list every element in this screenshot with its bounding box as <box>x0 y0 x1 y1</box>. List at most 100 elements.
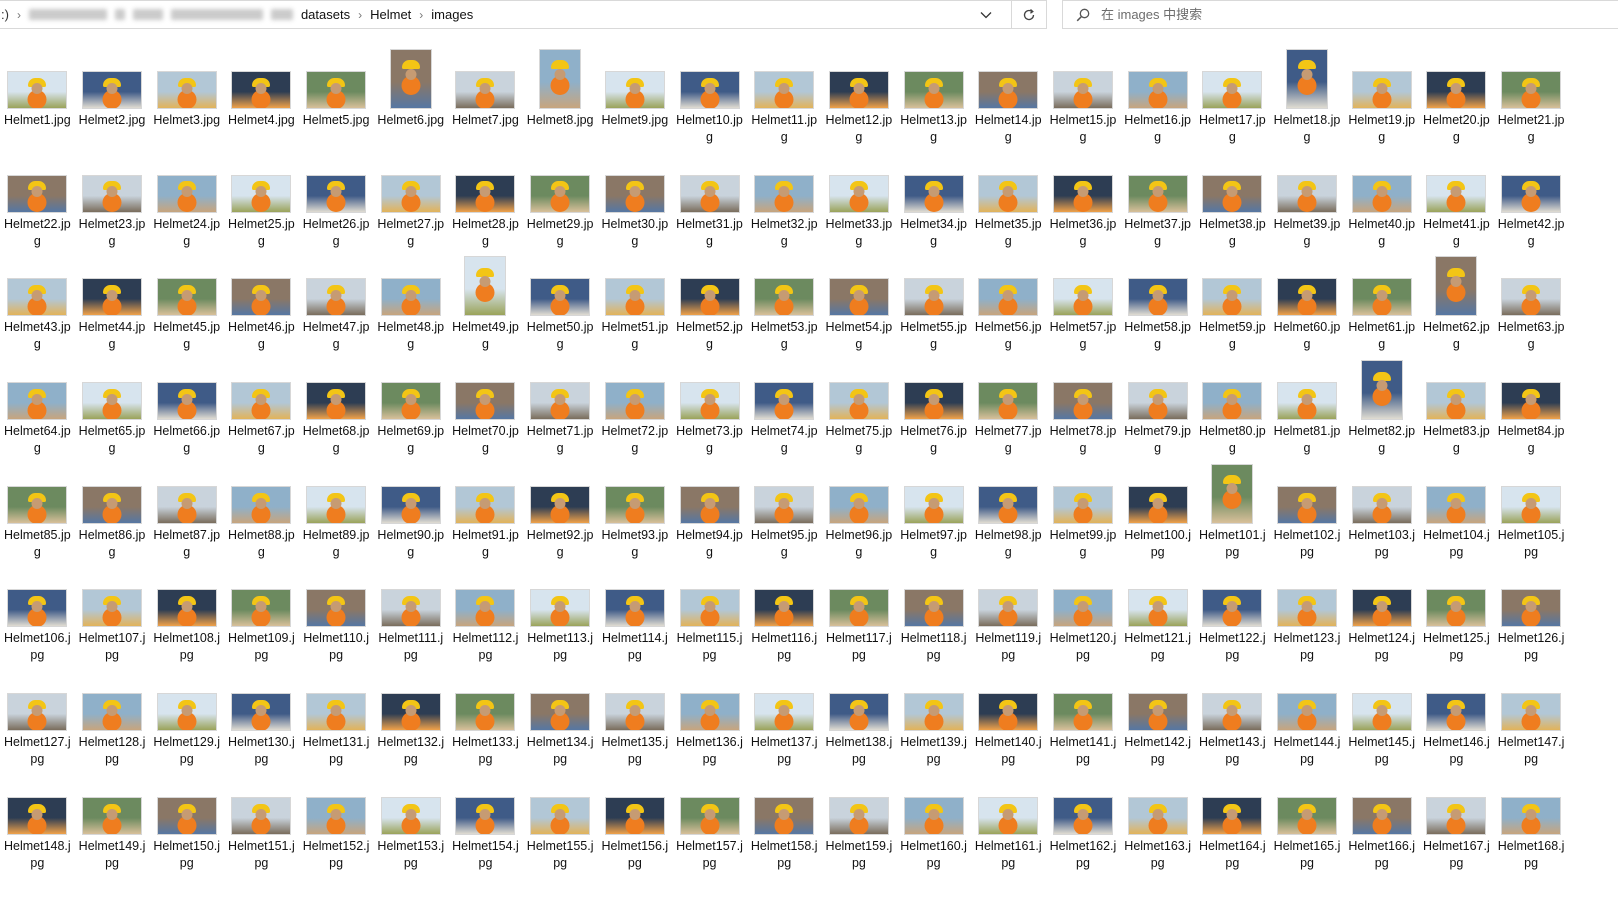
file-thumbnail[interactable] <box>389 49 432 109</box>
file-item[interactable]: Helmet121.jpg <box>1120 563 1195 667</box>
file-item[interactable]: Helmet28.jpg <box>448 149 523 253</box>
file-item[interactable]: Helmet130.jpg <box>224 667 299 771</box>
file-thumbnail[interactable] <box>156 796 217 835</box>
file-thumbnail[interactable] <box>1052 174 1113 213</box>
file-thumbnail[interactable] <box>530 693 591 732</box>
file-thumbnail[interactable] <box>903 589 964 628</box>
file-item[interactable]: Helmet32.jpg <box>747 149 822 253</box>
file-item[interactable]: Helmet131.jpg <box>299 667 374 771</box>
file-item[interactable]: Helmet154.jpg <box>448 771 523 875</box>
file-thumbnail[interactable] <box>82 693 143 732</box>
file-item[interactable]: Helmet16.jpg <box>1120 45 1195 149</box>
file-item[interactable]: Helmet12.jpg <box>822 45 897 149</box>
file-item[interactable]: Helmet158.jpg <box>747 771 822 875</box>
file-item[interactable]: Helmet41.jpg <box>1419 149 1494 253</box>
file-item[interactable]: Helmet108.jpg <box>149 563 224 667</box>
file-thumbnail[interactable] <box>754 278 815 317</box>
file-thumbnail[interactable] <box>679 485 740 524</box>
chevron-down-icon[interactable] <box>974 1 998 29</box>
file-thumbnail[interactable] <box>978 589 1039 628</box>
file-item[interactable]: Helmet22.jpg <box>0 149 75 253</box>
file-item[interactable]: Helmet69.jpg <box>373 356 448 460</box>
file-thumbnail[interactable] <box>306 589 367 628</box>
file-item[interactable]: Helmet102.jpg <box>1270 460 1345 564</box>
file-thumbnail[interactable] <box>828 278 889 317</box>
file-item[interactable]: Helmet29.jpg <box>523 149 598 253</box>
file-item[interactable]: Helmet140.jpg <box>971 667 1046 771</box>
file-thumbnail[interactable] <box>156 589 217 628</box>
file-thumbnail[interactable] <box>754 485 815 524</box>
file-item[interactable]: Helmet164.jpg <box>1195 771 1270 875</box>
file-thumbnail[interactable] <box>1501 71 1562 109</box>
file-thumbnail[interactable] <box>1052 382 1113 421</box>
file-thumbnail[interactable] <box>1277 278 1338 317</box>
file-item[interactable]: Helmet87.jpg <box>149 460 224 564</box>
file-thumbnail[interactable] <box>1351 693 1412 732</box>
file-item[interactable]: Helmet119.jpg <box>971 563 1046 667</box>
file-item[interactable]: Helmet36.jpg <box>1046 149 1121 253</box>
file-thumbnail[interactable] <box>530 382 591 421</box>
file-item[interactable]: Helmet7.jpg <box>448 45 523 149</box>
file-item[interactable]: Helmet37.jpg <box>1120 149 1195 253</box>
file-thumbnail[interactable] <box>754 174 815 213</box>
file-item[interactable]: Helmet107.jpg <box>75 563 150 667</box>
file-item[interactable]: Helmet51.jpg <box>598 252 673 356</box>
file-item[interactable]: Helmet110.jpg <box>299 563 374 667</box>
file-item[interactable]: Helmet30.jpg <box>598 149 673 253</box>
file-item[interactable]: Helmet49.jpg <box>448 252 523 356</box>
file-thumbnail[interactable] <box>156 693 217 732</box>
file-item[interactable]: Helmet116.jpg <box>747 563 822 667</box>
file-item[interactable]: Helmet115.jpg <box>672 563 747 667</box>
file-thumbnail[interactable] <box>828 382 889 421</box>
file-item[interactable]: Helmet88.jpg <box>224 460 299 564</box>
file-item[interactable]: Helmet68.jpg <box>299 356 374 460</box>
file-item[interactable]: Helmet72.jpg <box>598 356 673 460</box>
file-item[interactable]: Helmet129.jpg <box>149 667 224 771</box>
file-thumbnail[interactable] <box>1286 49 1329 109</box>
file-thumbnail[interactable] <box>1202 796 1263 835</box>
file-item[interactable]: Helmet66.jpg <box>149 356 224 460</box>
file-item[interactable]: Helmet26.jpg <box>299 149 374 253</box>
file-item[interactable]: Helmet24.jpg <box>149 149 224 253</box>
file-thumbnail[interactable] <box>828 71 889 109</box>
file-thumbnail[interactable] <box>903 693 964 732</box>
file-item[interactable]: Helmet50.jpg <box>523 252 598 356</box>
file-thumbnail[interactable] <box>455 71 516 109</box>
file-item[interactable]: Helmet53.jpg <box>747 252 822 356</box>
file-item[interactable]: Helmet144.jpg <box>1270 667 1345 771</box>
file-thumbnail[interactable] <box>1202 174 1263 213</box>
file-item[interactable]: Helmet125.jpg <box>1419 563 1494 667</box>
file-thumbnail[interactable] <box>306 693 367 732</box>
file-item[interactable]: Helmet76.jpg <box>896 356 971 460</box>
file-thumbnail[interactable] <box>530 485 591 524</box>
file-item[interactable]: Helmet83.jpg <box>1419 356 1494 460</box>
file-thumbnail[interactable] <box>1127 382 1188 421</box>
file-item[interactable]: Helmet112.jpg <box>448 563 523 667</box>
file-thumbnail[interactable] <box>306 71 367 109</box>
file-thumbnail[interactable] <box>530 589 591 628</box>
file-item[interactable]: Helmet20.jpg <box>1419 45 1494 149</box>
file-item[interactable]: Helmet48.jpg <box>373 252 448 356</box>
file-item[interactable]: Helmet135.jpg <box>598 667 673 771</box>
file-item[interactable]: Helmet126.jpg <box>1494 563 1569 667</box>
file-thumbnail[interactable] <box>679 693 740 732</box>
file-thumbnail[interactable] <box>1501 485 1562 524</box>
file-item[interactable]: Helmet122.jpg <box>1195 563 1270 667</box>
breadcrumb-images[interactable]: images <box>431 7 473 22</box>
file-item[interactable]: Helmet138.jpg <box>822 667 897 771</box>
file-thumbnail[interactable] <box>156 382 217 421</box>
file-thumbnail[interactable] <box>1127 693 1188 732</box>
file-item[interactable]: Helmet93.jpg <box>598 460 673 564</box>
breadcrumb-helmet[interactable]: Helmet <box>370 7 411 22</box>
file-thumbnail[interactable] <box>306 174 367 213</box>
file-thumbnail[interactable] <box>1501 382 1562 421</box>
file-item[interactable]: Helmet146.jpg <box>1419 667 1494 771</box>
file-thumbnail[interactable] <box>1501 278 1562 317</box>
file-item[interactable]: Helmet82.jpg <box>1344 356 1419 460</box>
file-item[interactable]: Helmet3.jpg <box>149 45 224 149</box>
file-item[interactable]: Helmet55.jpg <box>896 252 971 356</box>
file-item[interactable]: Helmet157.jpg <box>672 771 747 875</box>
file-item[interactable]: Helmet18.jpg <box>1270 45 1345 149</box>
file-item[interactable]: Helmet78.jpg <box>1046 356 1121 460</box>
search-box[interactable] <box>1062 0 1618 29</box>
